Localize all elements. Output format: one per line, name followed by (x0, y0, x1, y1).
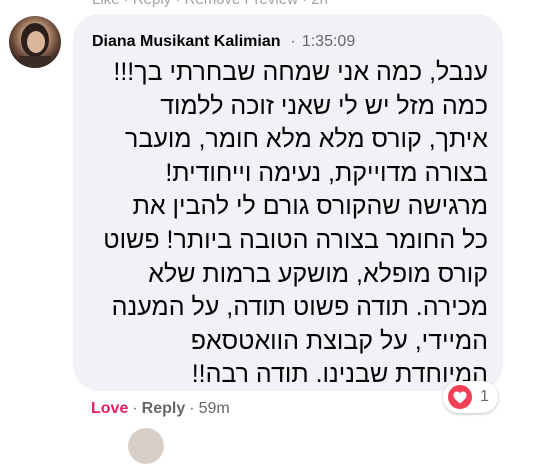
reaction-count: 1 (480, 388, 489, 405)
comment-line: המיוחדת שבנינו. תודה רבה!! (191, 360, 488, 389)
comment-actions: Love · Reply · 59m (91, 400, 230, 418)
previous-comment-actions: Like · Reply · Remove Preview · 2h (92, 0, 328, 8)
next-comment-avatar[interactable] (128, 428, 164, 464)
comment-line: בצורה מדוייקת, נעימה וייחודית! (165, 158, 488, 187)
comment-line: מכירה. תודה פשוט תודה, על המענה (111, 293, 488, 322)
comment-line: קורס מופלא, מושקע ברמות שלא (148, 259, 488, 288)
comment-line: מרגישה שהקורס גורם לי להבין את (132, 192, 488, 221)
reply-button[interactable]: Reply (142, 400, 186, 418)
comment-line: המיידי, על קבוצת הוואטסאפ (190, 326, 488, 355)
comment-line: כמה מזל יש לי שאני זוכה ללמוד (160, 91, 488, 120)
avatar[interactable] (9, 16, 61, 68)
heart-icon (448, 385, 472, 409)
reaction-summary[interactable]: 1 (443, 381, 498, 413)
profile-photo-icon (19, 23, 51, 68)
header-separator: · (290, 33, 296, 50)
love-button[interactable]: Love (91, 400, 128, 418)
comment-age[interactable]: 59m (199, 400, 230, 418)
comment-timestamp[interactable]: 1:35:09 (302, 33, 355, 51)
comment-header: Diana Musikant Kalimian · 1:35:09 (92, 29, 355, 55)
comment-line: כל החומר בצורה הטובה ביותר! פשוט (103, 225, 488, 254)
author-name[interactable]: Diana Musikant Kalimian (92, 33, 281, 51)
action-separator: · (132, 400, 138, 417)
action-separator: · (189, 400, 195, 417)
comment-line: ענבל, כמה אני שמחה שבחרתי בך!!! (113, 58, 488, 86)
comment-line: איתך, קורס מלא מלא חומר, מועבר (125, 125, 488, 154)
comment-text: ענבל, כמה אני שמחה שבחרתי בך!!! כמה מזל … (90, 56, 488, 392)
